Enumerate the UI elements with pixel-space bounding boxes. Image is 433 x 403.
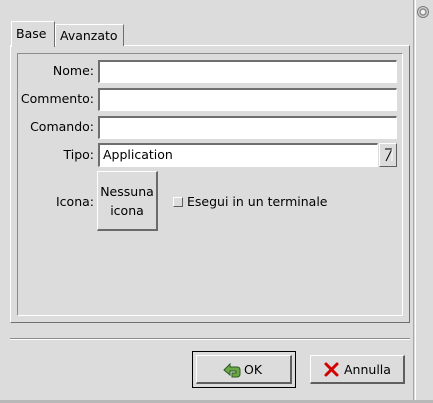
dropdown-arrow-icon bbox=[385, 148, 393, 162]
terminal-checkbox[interactable] bbox=[173, 197, 183, 207]
type-label: Tipo: bbox=[63, 147, 94, 162]
ok-button-label: OK bbox=[244, 362, 263, 377]
comment-field[interactable] bbox=[98, 88, 397, 111]
ok-button[interactable]: OK bbox=[196, 355, 292, 384]
icon-label: Icona: bbox=[55, 194, 94, 209]
comment-label: Commento: bbox=[20, 91, 94, 106]
icon-button-text-line1: Nessuna bbox=[100, 184, 154, 199]
separator bbox=[10, 338, 410, 340]
icon-button-text-line2: icona bbox=[110, 203, 144, 218]
window-close-icon[interactable] bbox=[417, 6, 429, 18]
window-frame-right bbox=[413, 0, 433, 403]
tab-base-label: Base bbox=[16, 26, 47, 41]
terminal-checkbox-label[interactable]: Esegui in un terminale bbox=[187, 194, 328, 209]
ok-arrow-icon bbox=[223, 362, 241, 378]
tab-avanzato-label: Avanzato bbox=[60, 28, 118, 43]
type-combo-button[interactable] bbox=[379, 143, 397, 167]
launcher-properties-dialog: Base Avanzato Nome: Commento: Comando: T… bbox=[0, 0, 433, 403]
icon-picker-button[interactable]: Nessuna icona bbox=[97, 171, 158, 231]
cancel-button-label: Annulla bbox=[344, 362, 391, 377]
name-field[interactable] bbox=[98, 60, 397, 83]
tab-avanzato[interactable]: Avanzato bbox=[55, 24, 124, 46]
name-label: Nome: bbox=[52, 63, 94, 78]
tab-base[interactable]: Base bbox=[11, 21, 55, 47]
cancel-x-icon bbox=[324, 362, 339, 377]
type-combo-entry[interactable]: Application bbox=[98, 143, 378, 167]
command-field[interactable] bbox=[98, 116, 397, 139]
command-label: Comando: bbox=[30, 119, 94, 134]
cancel-button[interactable]: Annulla bbox=[310, 355, 405, 384]
